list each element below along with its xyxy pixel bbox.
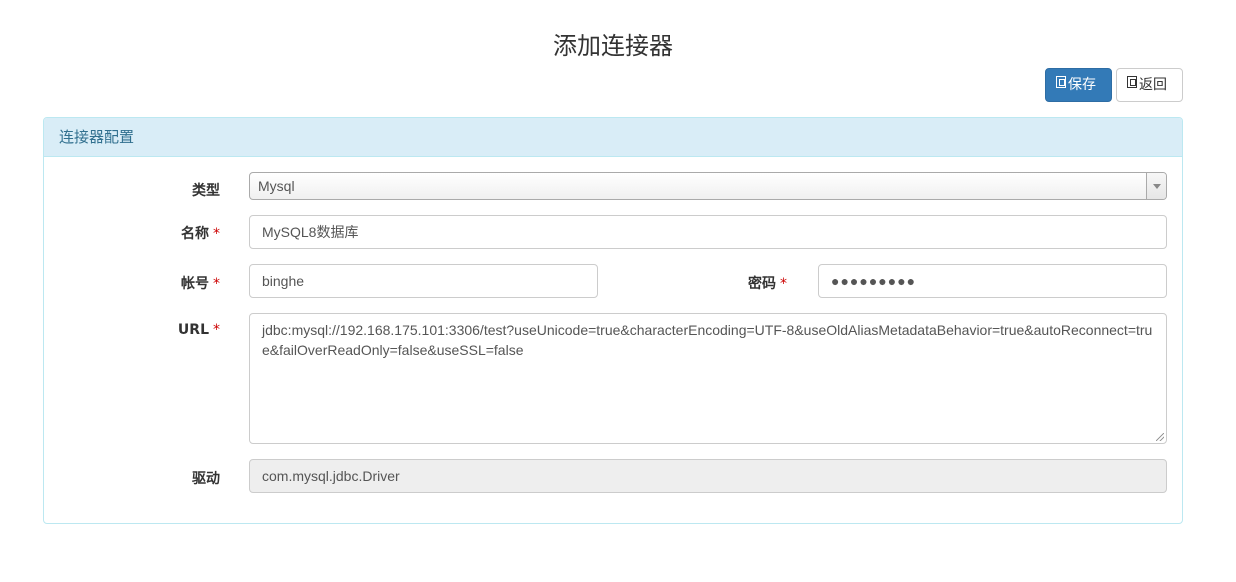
panel-heading: 连接器配置 (44, 118, 1182, 157)
required-mark: * (213, 226, 220, 242)
save-button[interactable]: 保存 (1045, 68, 1112, 102)
account-input-value: binghe (262, 273, 305, 289)
password-label: 密码 * (611, 273, 787, 293)
driver-input-value: com.mysql.jdbc.Driver (262, 468, 400, 484)
url-label: URL * (44, 322, 220, 338)
account-input[interactable]: binghe (249, 264, 598, 298)
page-title: 添加连接器 (553, 32, 673, 60)
connector-config-panel: 连接器配置 类型 Mysql 名称 * MySQL8数据库 帐号 * binghe … (43, 117, 1183, 524)
name-label: 名称 * (44, 223, 220, 243)
password-label-text: 密码 (748, 276, 776, 292)
type-select-value: Mysql (258, 178, 295, 194)
url-textarea[interactable]: jdbc:mysql://192.168.175.101:3306/test?u… (249, 313, 1167, 444)
account-label-text: 帐号 (181, 276, 209, 292)
password-input[interactable]: ●●●●●●●●● (818, 264, 1167, 298)
save-icon (1056, 76, 1066, 88)
back-button[interactable]: 返回 (1116, 68, 1183, 102)
driver-label: 驱动 (44, 468, 220, 488)
account-label: 帐号 * (44, 273, 220, 293)
type-select[interactable]: Mysql (249, 172, 1167, 200)
required-mark: * (213, 276, 220, 292)
back-button-label: 返回 (1139, 77, 1167, 93)
name-input-value: MySQL8数据库 (262, 224, 359, 240)
password-input-value: ●●●●●●●●● (831, 273, 917, 289)
back-icon (1127, 76, 1137, 88)
url-label-text: URL (177, 322, 209, 338)
chevron-down-icon[interactable] (1146, 173, 1166, 199)
resize-handle-icon[interactable] (1156, 433, 1164, 441)
url-textarea-value: jdbc:mysql://192.168.175.101:3306/test?u… (262, 322, 1153, 358)
toolbar: 保存 返回 (1045, 68, 1183, 102)
type-label-text: 类型 (192, 183, 220, 199)
required-mark: * (780, 276, 787, 292)
name-input[interactable]: MySQL8数据库 (249, 215, 1167, 249)
required-mark: * (213, 322, 220, 338)
name-label-text: 名称 (181, 226, 209, 242)
save-button-label: 保存 (1068, 77, 1096, 93)
driver-label-text: 驱动 (192, 471, 220, 487)
driver-input: com.mysql.jdbc.Driver (249, 459, 1167, 493)
type-label: 类型 (44, 180, 220, 200)
